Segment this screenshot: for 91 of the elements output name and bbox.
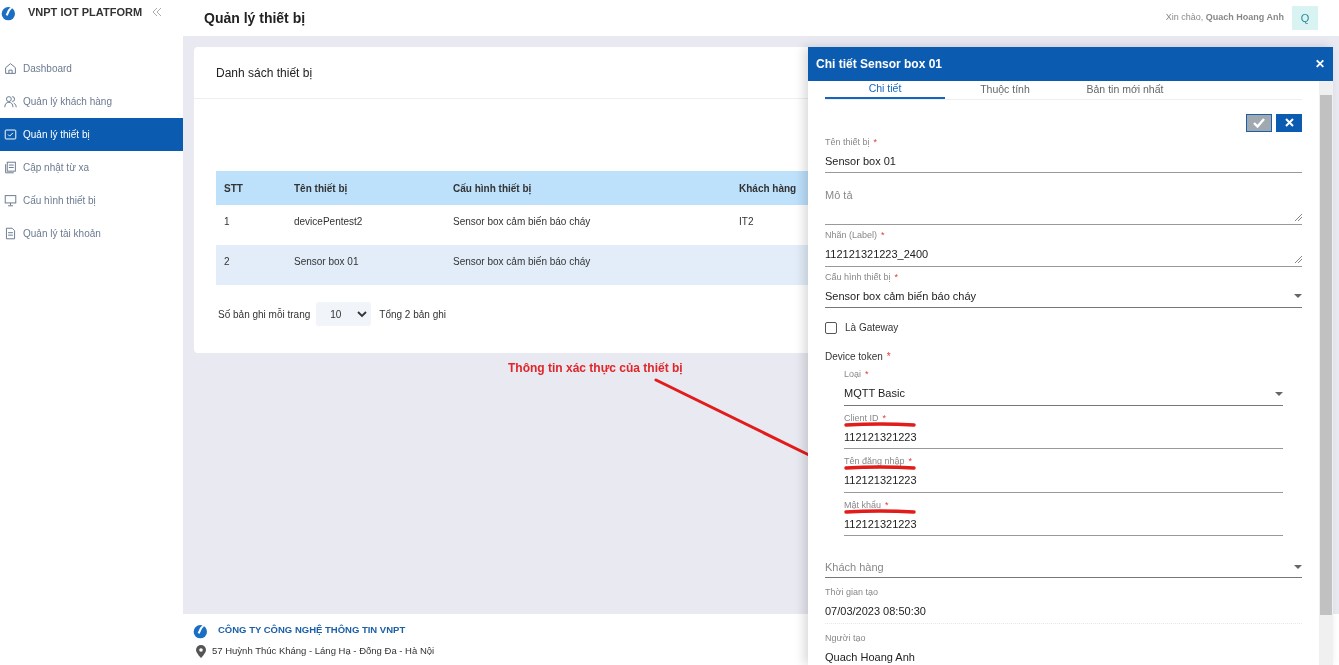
field-value: Quach Hoang Anh [825, 645, 1302, 665]
section-label: Device token [825, 350, 883, 365]
cancel-button[interactable] [1276, 113, 1302, 132]
field-placeholder: Khách hàng [825, 560, 884, 575]
text-area[interactable]: Mô tả [825, 179, 1302, 226]
sidebar-item[interactable]: Quản lý khách hàng [0, 85, 183, 118]
field-label: Cấu hình thiết bị * [825, 270, 900, 283]
chevron-down-icon [357, 310, 368, 318]
table-cell-text: devicePentest2 [293, 215, 364, 229]
text-field[interactable]: Sensor box 01 [825, 149, 1302, 174]
field-label: Mật khẩu * [844, 498, 890, 511]
table-cell-text: IT2 [738, 215, 755, 229]
scrollbar[interactable] [1319, 81, 1333, 665]
company-address: 57 Huỳnh Thúc Kháng - Láng Hạ - Đống Đa - Hà Nội [212, 644, 435, 659]
checkbox-label: Là Gateway [845, 321, 899, 336]
tab[interactable]: Chi tiết [825, 81, 945, 99]
field-label: Người tạo [825, 631, 867, 644]
page-size-select[interactable]: 10 [316, 302, 372, 326]
text-field[interactable]: 112121321223 [844, 469, 1283, 493]
column-header: STT [223, 181, 244, 196]
confirm-button[interactable] [1246, 113, 1272, 132]
sidebar-item[interactable]: Cấu hình thiết bị [0, 184, 183, 217]
drawer-title: Chi tiết Sensor box 01 [816, 56, 943, 73]
sidebar-item[interactable]: Quản lý tài khoản [0, 217, 183, 250]
required-mark: * [885, 498, 889, 511]
monitor-icon [4, 194, 17, 207]
required-mark: * [881, 229, 885, 242]
user-avatar[interactable]: Q [1292, 6, 1318, 30]
location-pin-icon [196, 645, 206, 658]
required-mark: * [882, 411, 887, 424]
tab[interactable]: Thuộc tính [945, 81, 1065, 99]
required-mark: * [865, 368, 869, 381]
card-title: Danh sách thiết bị [216, 64, 313, 82]
field-value: 112121321223 [844, 517, 917, 530]
text-field[interactable]: 112121321223 [844, 425, 1283, 450]
tab[interactable]: Bản tin mới nhất [1065, 81, 1185, 99]
check-icon [1253, 117, 1265, 128]
company-name: CÔNG TY CÔNG NGHỆ THÔNG TIN VNPT [218, 623, 406, 638]
resize-handle-icon [1295, 255, 1302, 263]
table-cell-text: Sensor box 01 [293, 255, 360, 269]
checkbox[interactable] [825, 321, 837, 334]
required-mark: * [886, 350, 891, 365]
field-label: Thời gian tạo [825, 586, 879, 599]
resize-handle-icon [1295, 214, 1302, 222]
close-icon [1284, 118, 1294, 128]
table-cell-text: 1 [223, 215, 231, 229]
page-size-label: Số bản ghi mỗi trang [218, 307, 311, 322]
greeting-text: Xin chào, Quach Hoang Anh [1165, 11, 1284, 25]
table-cell-text: 2 [223, 255, 231, 269]
annotation-text: Thông tin xác thực của thiết bị [508, 360, 683, 377]
dropdown-caret-icon [1275, 391, 1283, 396]
home-icon [4, 62, 17, 75]
field-label: Tên thiết bị * [825, 135, 879, 148]
close-button[interactable]: ✕ [1315, 55, 1325, 73]
dropdown-caret-icon [1294, 565, 1302, 570]
column-header: Tên thiết bị [293, 181, 349, 196]
brand-title: VNPT IOT PLATFORM [28, 4, 143, 20]
users-icon [4, 95, 17, 108]
total-records: Tổng 2 bản ghi [379, 307, 446, 322]
required-mark: * [908, 455, 913, 468]
select-field[interactable]: Sensor box cảm biến báo cháy [825, 284, 1302, 309]
dropdown-caret-icon [1294, 294, 1302, 298]
required-mark: * [894, 270, 899, 283]
checked-folder-icon [4, 128, 17, 141]
table-cell-text: Sensor box cảm biến báo cháy [452, 255, 592, 269]
field-value: 112121321223_2400 [825, 247, 929, 263]
sidebar-item[interactable]: Quản lý thiết bị [0, 118, 183, 151]
documents-icon [4, 161, 17, 174]
text-field[interactable]: 112121321223 [844, 512, 1283, 537]
column-header: Cấu hình thiết bị [452, 181, 533, 196]
select-field[interactable]: Khách hàng [825, 544, 1302, 579]
text-area[interactable]: 112121321223_2400 [825, 243, 1302, 267]
field-value: MQTT Basic [844, 386, 905, 402]
field-label: Nhãn (Label) * [825, 229, 886, 242]
field-value: Sensor box cảm biến báo cháy [825, 288, 977, 304]
select-field[interactable]: MQTT Basic [844, 382, 1283, 406]
required-mark: * [873, 135, 878, 148]
field-label: Client ID * [844, 411, 888, 424]
page-title: Quản lý thiết bị [204, 8, 306, 28]
field-value: 112121321223 [844, 430, 917, 443]
sidebar-item[interactable]: Dashboard [0, 52, 183, 85]
field-value: Sensor box 01 [825, 154, 896, 167]
table-cell-text: Sensor box cảm biến báo cháy [452, 215, 592, 229]
field-label: Tên đăng nhập * [844, 455, 914, 468]
field-value: 07/03/2023 08:50:30 [825, 600, 1302, 624]
field-value: 112121321223 [844, 474, 917, 487]
field-placeholder: Mô tả [825, 188, 853, 204]
document-icon [4, 227, 17, 240]
field-label: Loại * [844, 368, 870, 381]
column-header: Khách hàng [738, 181, 798, 196]
sidebar-item[interactable]: Cập nhật từ xa [0, 151, 183, 184]
